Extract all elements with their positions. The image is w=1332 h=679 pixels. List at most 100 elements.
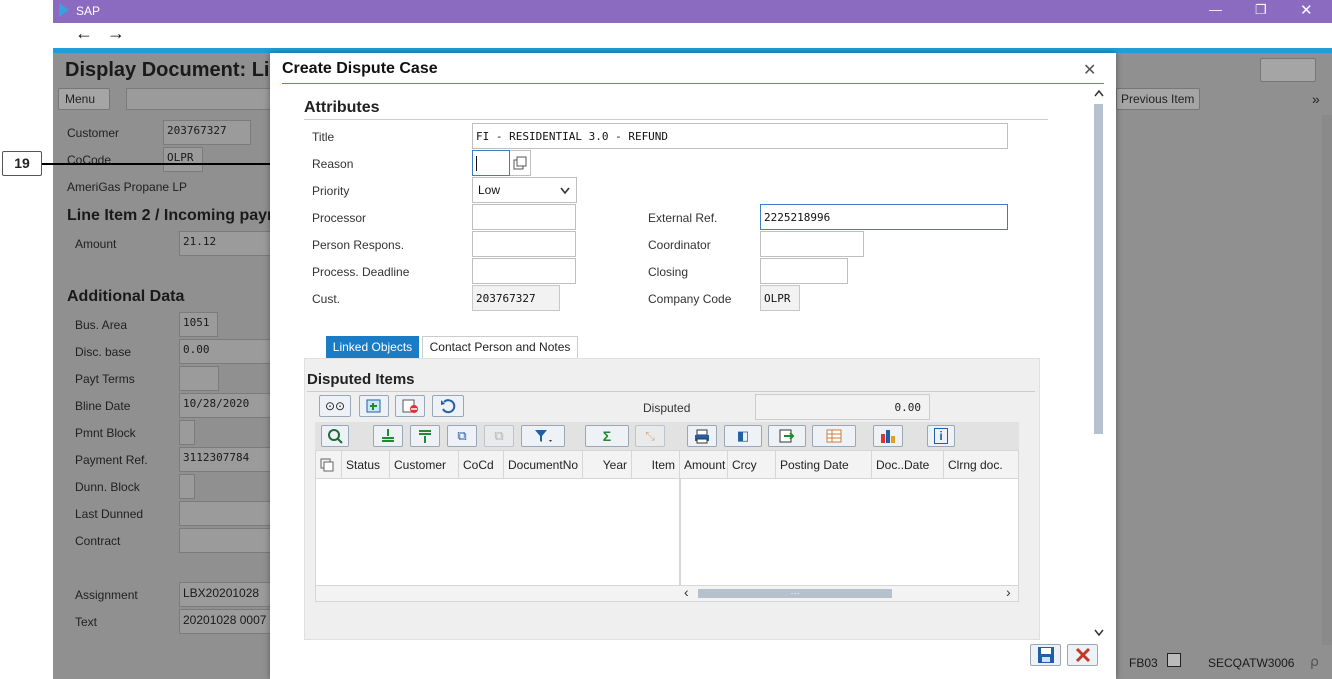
views-icon: ◧ xyxy=(736,428,750,443)
info-icon: i xyxy=(934,428,948,444)
undo-icon xyxy=(441,399,456,414)
cocode-field: OLPR xyxy=(163,147,203,172)
create-dispute-case-dialog: Create Dispute Case ✕ Attributes Title F… xyxy=(270,53,1116,679)
forward-arrow-icon[interactable]: → xyxy=(107,23,125,44)
window-titlebar: SAP — ❐ ✕ xyxy=(53,0,1332,23)
remove-items-button[interactable] xyxy=(395,395,425,417)
undo-button[interactable] xyxy=(432,395,464,417)
table-horizontal-scrollbar[interactable]: ‹ ⋯ › xyxy=(315,584,1019,602)
cust-field: 203767327 xyxy=(472,285,560,311)
dialog-close-button[interactable]: ✕ xyxy=(1083,60,1096,80)
save-icon xyxy=(1038,647,1054,663)
scrollbar-thumb[interactable]: ⋯ xyxy=(698,589,892,598)
layout-button[interactable] xyxy=(812,425,856,447)
binoculars-next-icon: ⧉ xyxy=(494,428,504,443)
column-cocd[interactable]: CoCd xyxy=(459,451,504,479)
assignment-field: LBX20201028 xyxy=(179,582,271,607)
disc-base-label: Disc. base xyxy=(75,345,132,359)
info-button[interactable]: i xyxy=(927,425,955,447)
title-field[interactable]: FI - RESIDENTIAL 3.0 - REFUND xyxy=(472,123,1008,149)
add-items-button[interactable] xyxy=(359,395,389,417)
sort-ascending-button[interactable] xyxy=(373,425,403,447)
subtotal-button[interactable]: ⤡ xyxy=(635,425,665,447)
customize-layout-button[interactable] xyxy=(1260,58,1316,82)
graphic-button[interactable] xyxy=(873,425,903,447)
deadline-label: Process. Deadline xyxy=(312,265,410,279)
annotation-number: 19 xyxy=(14,155,30,171)
title-label: Title xyxy=(312,130,335,144)
table-header: Status Customer CoCd DocumentNo Year Ite… xyxy=(316,451,1018,479)
processor-label: Processor xyxy=(312,211,367,225)
column-clrng-doc[interactable]: Clrng doc. xyxy=(944,451,1018,479)
frozen-columns-divider xyxy=(679,479,681,585)
menu-button[interactable]: Menu xyxy=(58,88,110,110)
total-button[interactable]: Σ xyxy=(585,425,629,447)
payment-ref-field: 3112307784 xyxy=(179,447,271,472)
status-options-icon[interactable] xyxy=(1167,653,1181,667)
filter-button[interactable] xyxy=(521,425,565,447)
attributes-underline xyxy=(304,119,1048,120)
external-ref-field[interactable]: 2225218996 xyxy=(760,204,1008,230)
magnifier-icon xyxy=(328,429,343,444)
background-scrollbar[interactable] xyxy=(1322,115,1332,645)
column-status[interactable]: Status xyxy=(342,451,390,479)
column-doc-date[interactable]: Doc..Date xyxy=(872,451,944,479)
coordinator-field[interactable] xyxy=(760,231,864,257)
status-tcode: FB03 xyxy=(1129,656,1158,670)
closing-field[interactable] xyxy=(760,258,848,284)
status-server: SECQATW3006 xyxy=(1208,656,1295,670)
close-window-button[interactable]: ✕ xyxy=(1300,1,1313,19)
disputed-items-heading: Disputed Items xyxy=(307,371,415,388)
reason-field[interactable] xyxy=(472,150,510,176)
deadline-field[interactable] xyxy=(472,258,576,284)
restore-button[interactable]: ❐ xyxy=(1255,2,1267,18)
select-all-icon[interactable] xyxy=(316,451,342,479)
cancel-icon xyxy=(1075,647,1091,663)
bus-area-label: Bus. Area xyxy=(75,318,128,332)
views-button[interactable]: ◧ xyxy=(724,425,762,447)
sort-descending-button[interactable] xyxy=(410,425,440,447)
export-button[interactable] xyxy=(768,425,806,447)
bline-date-label: Bline Date xyxy=(75,399,131,413)
column-crcy[interactable]: Crcy xyxy=(728,451,776,479)
filter-icon xyxy=(535,430,552,442)
dunn-block-field xyxy=(179,474,195,499)
tab-linked-objects[interactable]: Linked Objects xyxy=(326,336,419,358)
processor-field[interactable] xyxy=(472,204,576,230)
add-items-icon xyxy=(366,399,381,413)
find-next-button[interactable]: ⧉ xyxy=(484,425,514,447)
column-documentno[interactable]: DocumentNo xyxy=(504,451,583,479)
scroll-up-arrow-icon[interactable] xyxy=(1093,89,1105,99)
scroll-right-arrow-icon[interactable]: › xyxy=(1006,584,1011,600)
previous-item-button[interactable]: Previous Item xyxy=(1116,88,1200,110)
layout-icon xyxy=(826,429,842,443)
pmnt-block-field xyxy=(179,420,195,445)
back-arrow-icon[interactable]: ← xyxy=(75,23,93,44)
alv-toolbar: ⧉ ⧉ Σ ⤡ ◧ i xyxy=(315,422,1019,450)
save-button[interactable] xyxy=(1030,644,1061,666)
person-respons-field[interactable] xyxy=(472,231,576,257)
column-amount[interactable]: Amount xyxy=(680,451,728,479)
print-button[interactable] xyxy=(687,425,717,447)
dialog-vertical-scrollbar[interactable] xyxy=(1092,89,1104,641)
bline-date-field: 10/28/2020 xyxy=(179,393,271,418)
dialog-scrollbar-thumb[interactable] xyxy=(1094,104,1103,434)
more-chevron-icon[interactable]: » xyxy=(1312,91,1320,107)
scroll-down-arrow-icon[interactable] xyxy=(1093,628,1105,638)
column-year[interactable]: Year xyxy=(583,451,632,479)
tab-contact-person-notes[interactable]: Contact Person and Notes xyxy=(422,336,578,358)
column-posting-date[interactable]: Posting Date xyxy=(776,451,872,479)
details-button[interactable] xyxy=(321,425,349,447)
priority-select[interactable]: Low xyxy=(472,177,577,203)
scroll-left-arrow-icon[interactable]: ‹ xyxy=(684,584,689,600)
find-button[interactable]: ⧉ xyxy=(447,425,477,447)
reason-value-help-button[interactable] xyxy=(510,150,531,176)
assignment-label: Assignment xyxy=(75,588,138,602)
cancel-button[interactable] xyxy=(1067,644,1098,666)
page-title: Display Document: Li xyxy=(65,59,270,81)
column-customer[interactable]: Customer xyxy=(390,451,459,479)
column-item[interactable]: Item xyxy=(632,451,680,479)
display-button[interactable]: ⊙⊙ xyxy=(319,395,351,417)
minimize-button[interactable]: — xyxy=(1209,2,1222,17)
command-field[interactable] xyxy=(126,88,271,110)
